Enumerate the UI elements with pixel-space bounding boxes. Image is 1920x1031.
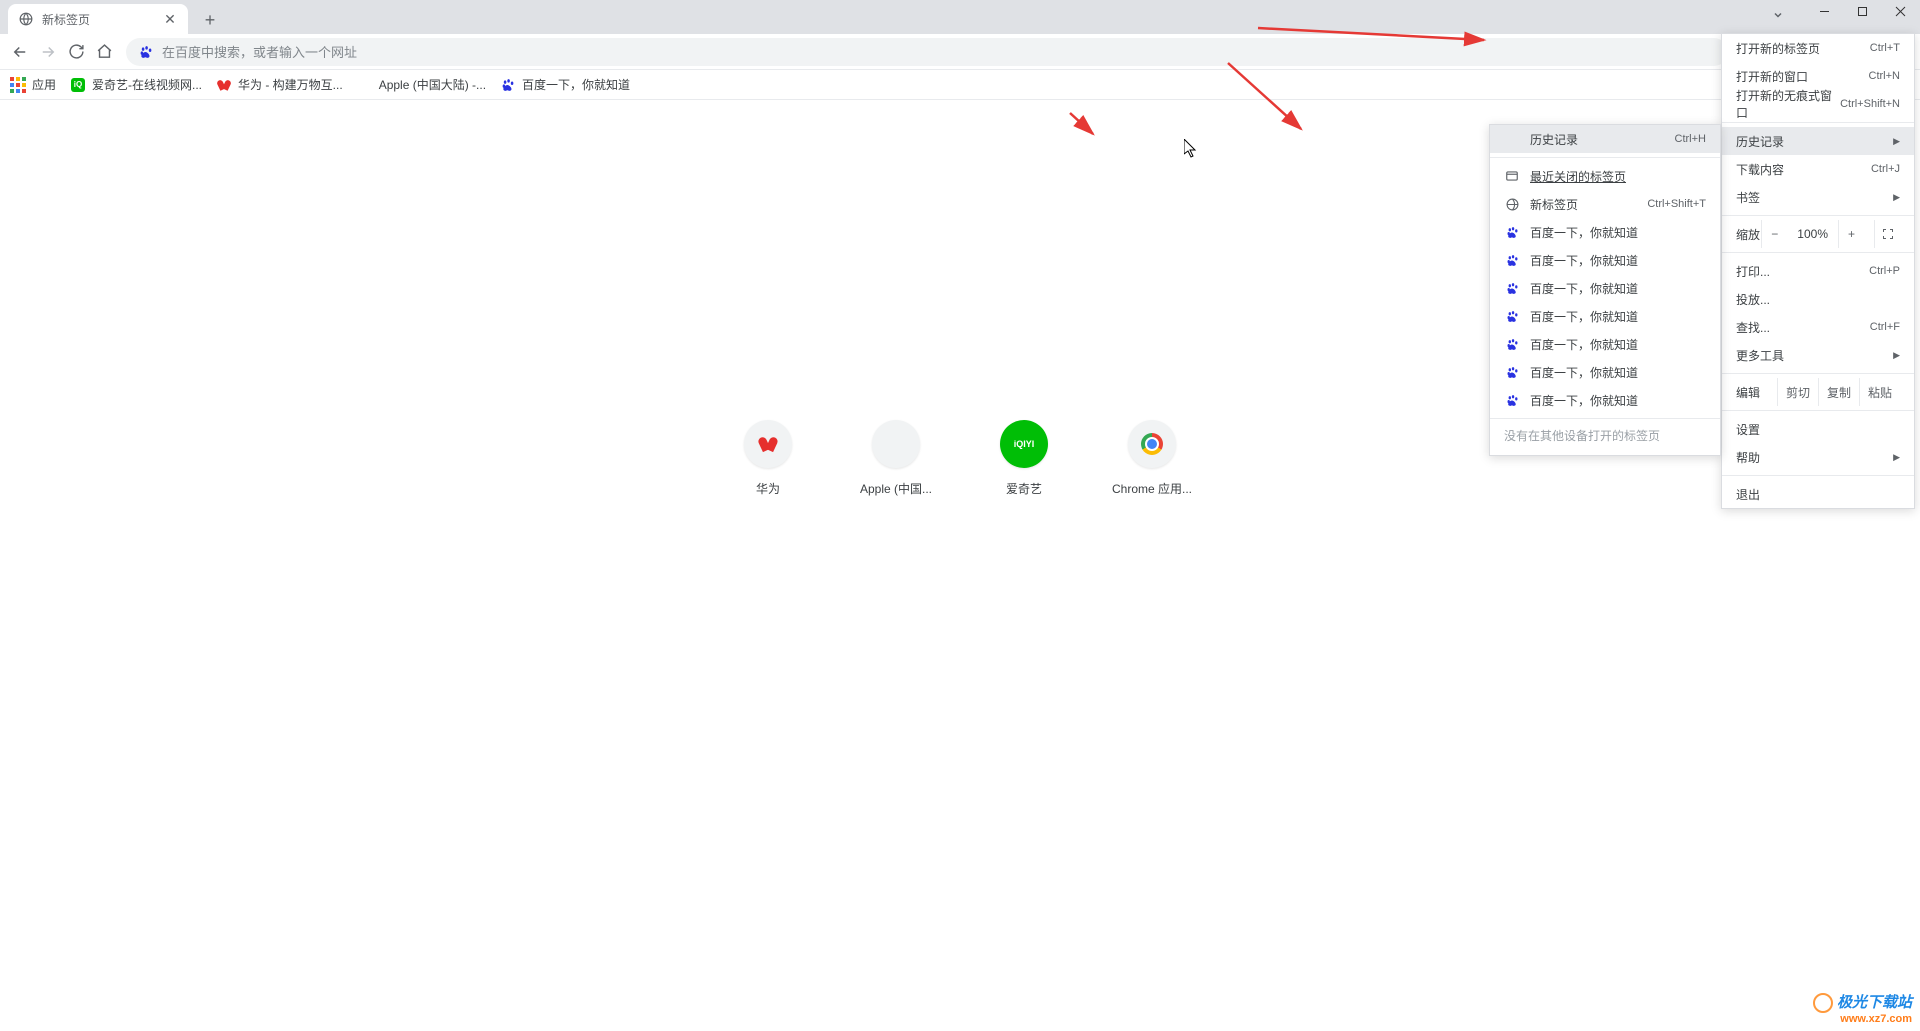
baidu-paw-icon — [1504, 224, 1520, 240]
menu-more-tools[interactable]: 更多工具▶ — [1722, 341, 1914, 369]
zoom-in-button[interactable]: + — [1838, 220, 1864, 248]
shortcut-huawei[interactable]: 华为 — [724, 420, 812, 497]
menu-paste[interactable]: 粘贴 — [1859, 378, 1900, 406]
submenu-history-entry[interactable]: 百度一下，你就知道 — [1490, 218, 1720, 246]
chevron-right-icon: ▶ — [1893, 452, 1900, 463]
menu-find[interactable]: 查找...Ctrl+F — [1722, 313, 1914, 341]
bookmark-label: 百度一下，你就知道 — [522, 76, 630, 93]
menu-cut[interactable]: 剪切 — [1777, 378, 1818, 406]
browser-tab[interactable]: 新标签页 ✕ — [8, 4, 188, 34]
tab-icon — [1504, 168, 1520, 184]
submenu-history-entry[interactable]: 百度一下，你就知道 — [1490, 358, 1720, 386]
home-button[interactable] — [90, 38, 118, 66]
watermark-logo-icon — [1813, 993, 1833, 1013]
back-button[interactable] — [6, 38, 34, 66]
bookmark-apple[interactable]: Apple (中国大陆) -... — [357, 76, 486, 93]
toolbar: 在百度中搜索，或者输入一个网址 — [0, 34, 1920, 70]
main-menu: 打开新的标签页Ctrl+T 打开新的窗口Ctrl+N 打开新的无痕式窗口Ctrl… — [1721, 33, 1915, 509]
watermark: 极光下载站 www.xz7.com — [1813, 993, 1912, 1025]
apple-icon — [357, 77, 373, 93]
submenu-history-entry[interactable]: 百度一下，你就知道 — [1490, 302, 1720, 330]
shortcut-tile — [744, 420, 792, 468]
menu-new-tab[interactable]: 打开新的标签页Ctrl+T — [1722, 34, 1914, 62]
globe-icon — [18, 11, 34, 27]
shortcut-label: 华为 — [724, 480, 812, 497]
omnibox[interactable]: 在百度中搜索，或者输入一个网址 — [126, 38, 1728, 66]
menu-zoom-row: 缩放 − 100% + — [1722, 220, 1914, 248]
bookmark-iqiyi[interactable]: iQ 爱奇艺-在线视频网... — [70, 76, 202, 93]
menu-cast[interactable]: 投放... — [1722, 285, 1914, 313]
close-window-button[interactable] — [1882, 2, 1918, 20]
submenu-history[interactable]: 历史记录Ctrl+H — [1490, 125, 1720, 153]
chevron-right-icon: ▶ — [1893, 192, 1900, 203]
baidu-paw-icon — [1504, 280, 1520, 296]
bookmark-huawei[interactable]: 华为 - 构建万物互... — [216, 76, 343, 93]
submenu-history-entry[interactable]: 百度一下，你就知道 — [1490, 330, 1720, 358]
baidu-paw-icon — [1504, 364, 1520, 380]
new-tab-button[interactable]: + — [196, 6, 224, 34]
shortcut-label: 爱奇艺 — [980, 480, 1068, 497]
menu-print[interactable]: 打印...Ctrl+P — [1722, 257, 1914, 285]
apps-grid-icon — [10, 77, 26, 93]
baidu-paw-icon — [1504, 252, 1520, 268]
menu-new-window[interactable]: 打开新的窗口Ctrl+N — [1722, 62, 1914, 90]
omnibox-placeholder: 在百度中搜索，或者输入一个网址 — [162, 42, 357, 61]
huawei-icon — [216, 77, 232, 93]
tab-search-icon[interactable] — [1766, 6, 1790, 24]
shortcut-chrome-apps[interactable]: Chrome 应用... — [1108, 420, 1196, 497]
chevron-right-icon: ▶ — [1893, 136, 1900, 147]
menu-settings[interactable]: 设置 — [1722, 415, 1914, 443]
menu-exit[interactable]: 退出 — [1722, 480, 1914, 508]
submenu-history-entry[interactable]: 百度一下，你就知道 — [1490, 386, 1720, 414]
forward-button[interactable] — [34, 38, 62, 66]
bookmark-baidu[interactable]: 百度一下，你就知道 — [500, 76, 630, 93]
maximize-button[interactable] — [1844, 2, 1880, 20]
submenu-footer: 没有在其他设备打开的标签页 — [1490, 418, 1720, 452]
menu-downloads[interactable]: 下载内容Ctrl+J — [1722, 155, 1914, 183]
minimize-button[interactable] — [1806, 2, 1842, 20]
ntp-shortcuts: 华为 Apple (中国... iQIYI 爱奇艺 Chrome 应用... — [724, 420, 1196, 497]
iqiyi-icon: iQ — [70, 77, 86, 93]
shortcut-label: Chrome 应用... — [1108, 480, 1196, 497]
window-controls — [1806, 2, 1918, 20]
baidu-paw-icon — [1504, 392, 1520, 408]
shortcut-iqiyi[interactable]: iQIYI 爱奇艺 — [980, 420, 1068, 497]
submenu-recently-closed[interactable]: 最近关闭的标签页 — [1490, 162, 1720, 190]
baidu-paw-icon — [138, 44, 154, 60]
bookmark-label: 华为 - 构建万物互... — [238, 76, 343, 93]
zoom-value: 100% — [1797, 227, 1828, 241]
menu-bookmarks[interactable]: 书签▶ — [1722, 183, 1914, 211]
submenu-history-entry[interactable]: 百度一下，你就知道 — [1490, 246, 1720, 274]
shortcut-label: Apple (中国... — [852, 480, 940, 497]
titlebar: 新标签页 ✕ + — [0, 0, 1920, 34]
menu-history[interactable]: 历史记录▶ — [1722, 127, 1914, 155]
chevron-right-icon: ▶ — [1893, 350, 1900, 361]
zoom-out-button[interactable]: − — [1761, 220, 1787, 248]
baidu-paw-icon — [1504, 308, 1520, 324]
close-tab-icon[interactable]: ✕ — [162, 11, 178, 27]
globe-icon — [1504, 196, 1520, 212]
submenu-new-tab-entry[interactable]: 新标签页Ctrl+Shift+T — [1490, 190, 1720, 218]
menu-incognito[interactable]: 打开新的无痕式窗口Ctrl+Shift+N — [1722, 90, 1914, 118]
submenu-history-entry[interactable]: 百度一下，你就知道 — [1490, 274, 1720, 302]
tab-title: 新标签页 — [42, 11, 162, 28]
baidu-paw-icon — [1504, 336, 1520, 352]
bookmark-label: Apple (中国大陆) -... — [379, 76, 486, 93]
bookmark-label: 爱奇艺-在线视频网... — [92, 76, 202, 93]
bookmark-label: 应用 — [32, 76, 56, 93]
shortcut-tile: iQIYI — [1000, 420, 1048, 468]
reload-button[interactable] — [62, 38, 90, 66]
menu-help[interactable]: 帮助▶ — [1722, 443, 1914, 471]
baidu-paw-icon — [500, 77, 516, 93]
menu-edit-row: 编辑 剪切 复制 粘贴 — [1722, 378, 1914, 406]
bookmark-apps[interactable]: 应用 — [10, 76, 56, 93]
history-submenu: 历史记录Ctrl+H 最近关闭的标签页 新标签页Ctrl+Shift+T 百度一… — [1489, 124, 1721, 456]
menu-copy[interactable]: 复制 — [1818, 378, 1859, 406]
bookmarks-bar: 应用 iQ 爱奇艺-在线视频网... 华为 - 构建万物互... Apple (… — [0, 70, 1920, 100]
shortcut-apple[interactable]: Apple (中国... — [852, 420, 940, 497]
fullscreen-button[interactable] — [1874, 220, 1900, 248]
shortcut-tile — [872, 420, 920, 468]
shortcut-tile — [1128, 420, 1176, 468]
